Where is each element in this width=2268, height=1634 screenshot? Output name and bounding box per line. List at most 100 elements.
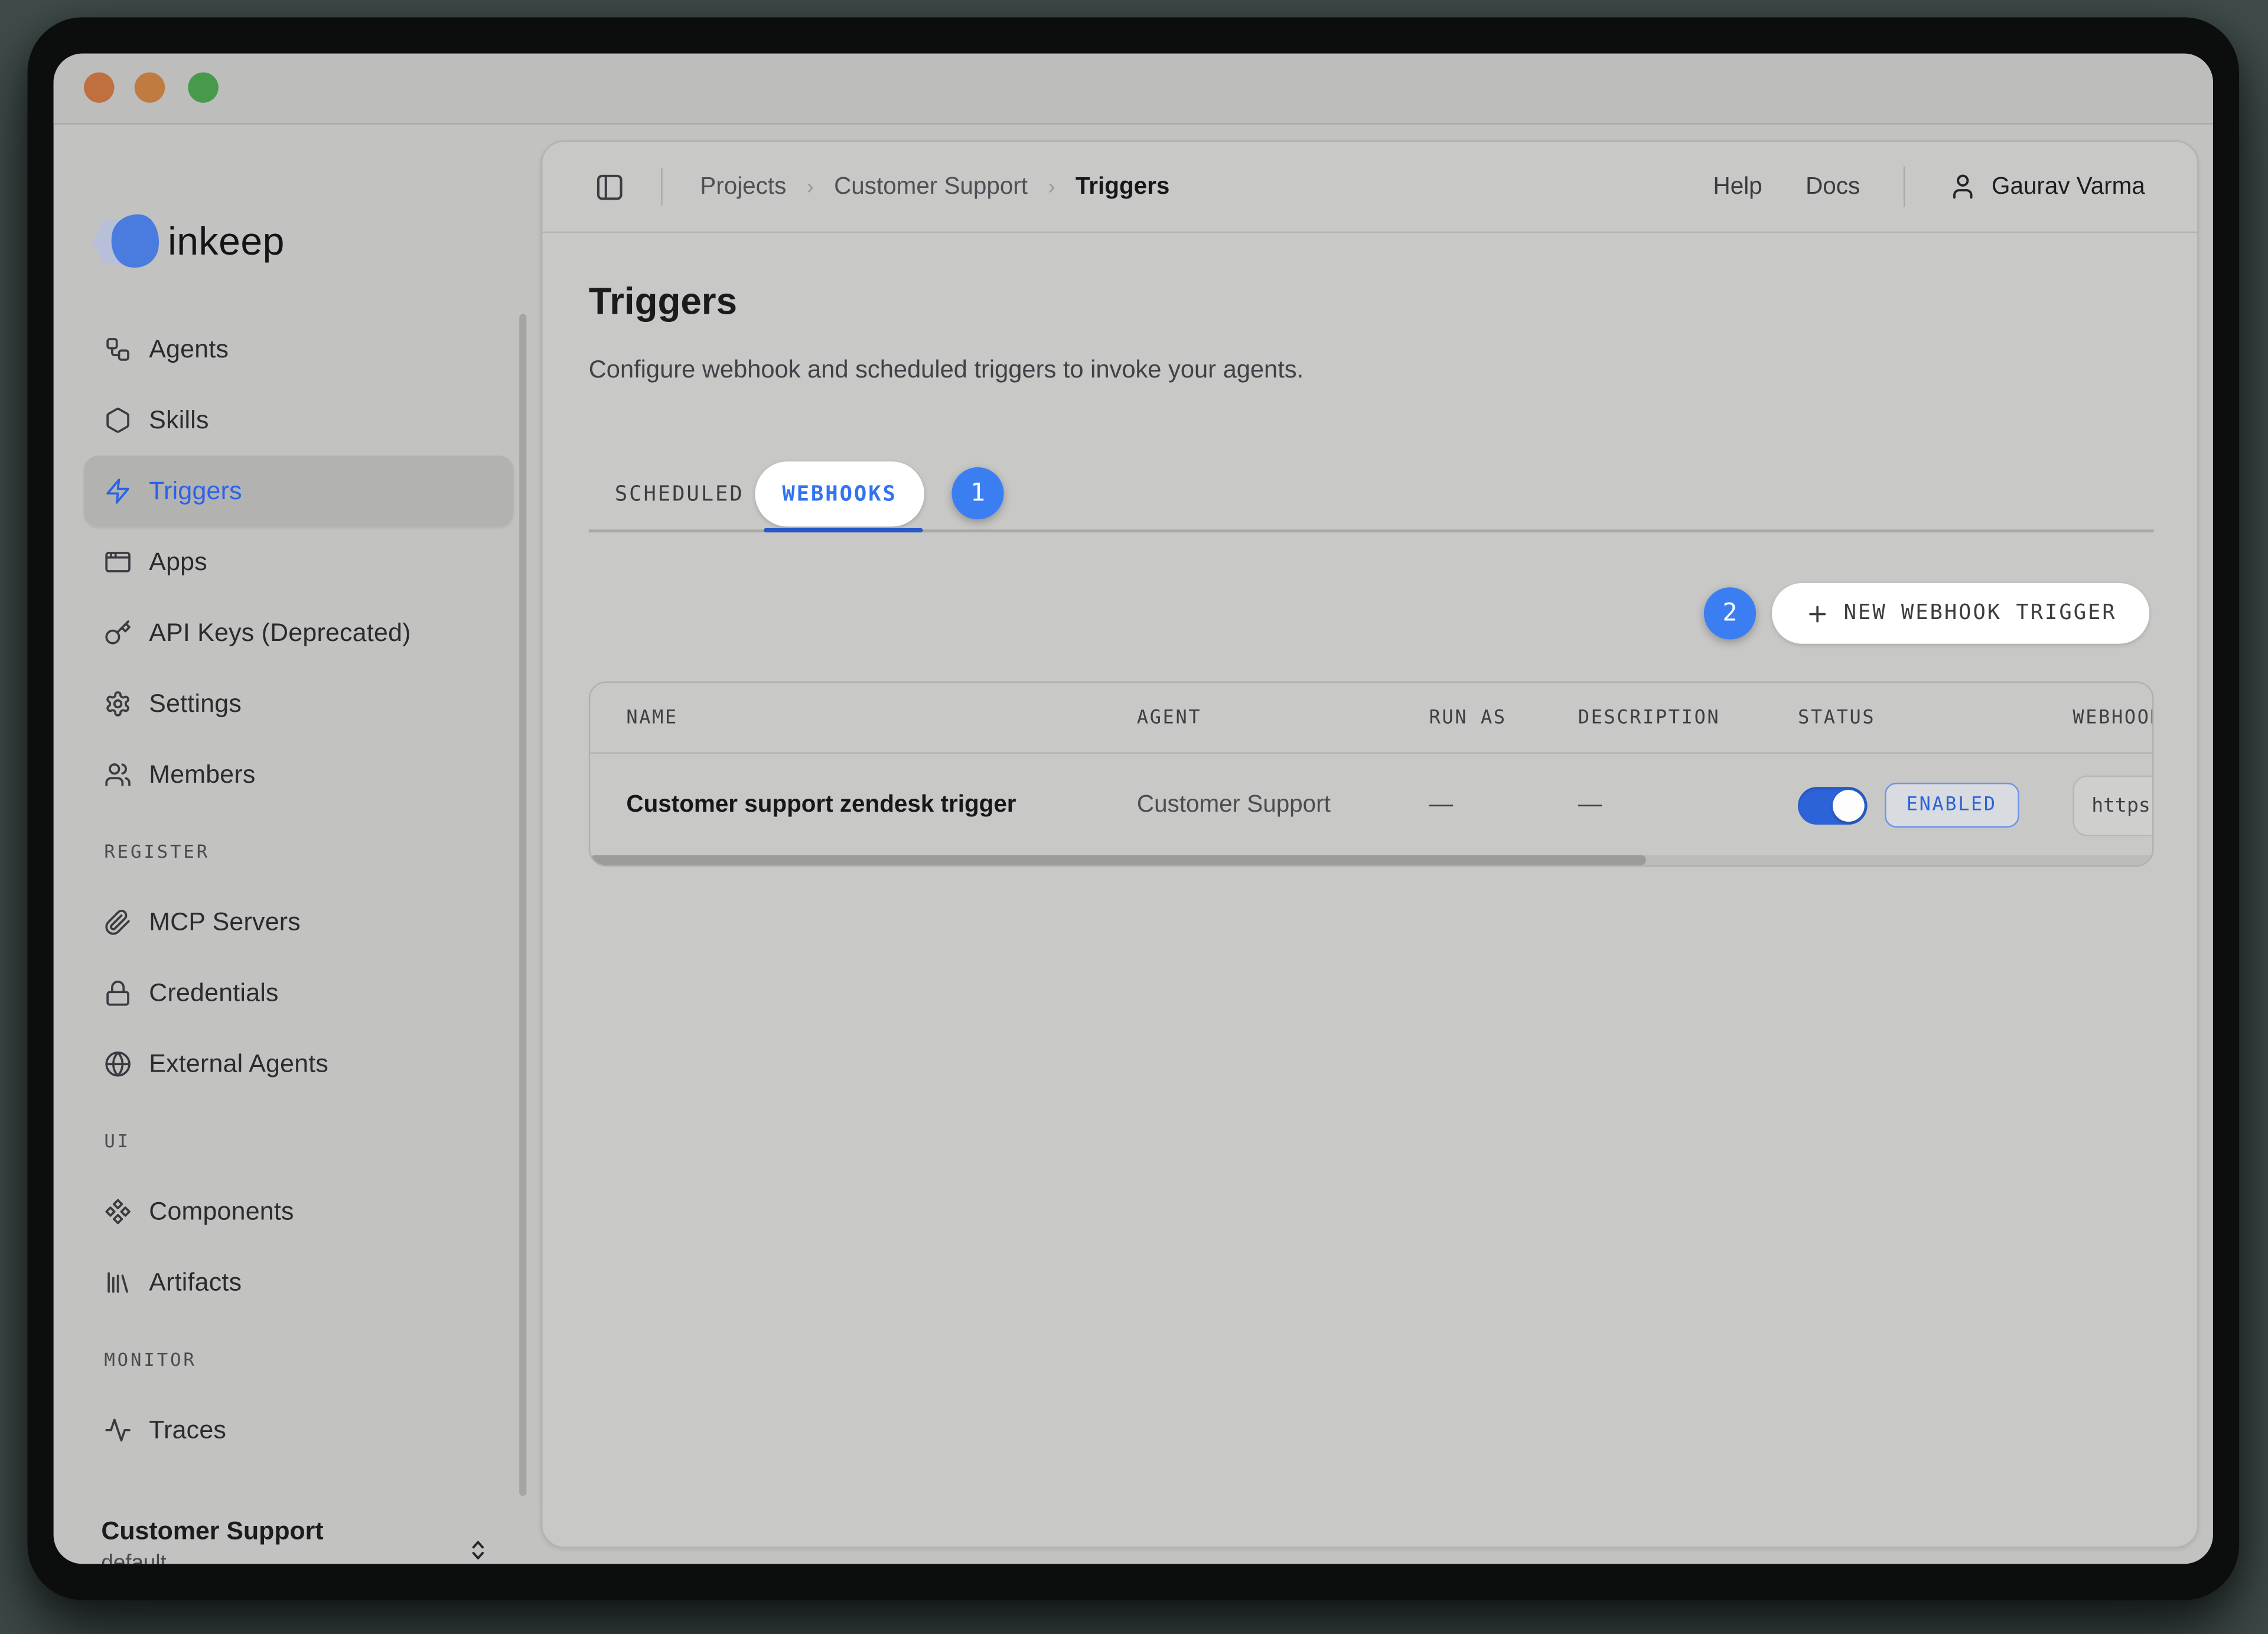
sidebar-item-label: Settings bbox=[149, 689, 242, 719]
sidebar-item-triggers[interactable]: Triggers bbox=[84, 455, 513, 526]
component-icon bbox=[104, 1198, 132, 1226]
toggle-knob bbox=[1833, 789, 1865, 821]
inkeep-droplet-icon bbox=[93, 213, 165, 271]
chevrons-up-down-icon bbox=[464, 1537, 492, 1564]
main-panel: Projects › Customer Support › Triggers H… bbox=[541, 141, 2199, 1548]
app-window: inkeep Agents Skills Triggers bbox=[54, 54, 2213, 1564]
trigger-name-cell: Customer support zendesk trigger bbox=[626, 792, 1016, 819]
status-badge: ENABLED bbox=[1885, 783, 2019, 828]
breadcrumb-separator: › bbox=[1048, 174, 1055, 199]
sidebar-item-apps[interactable]: Apps bbox=[84, 526, 513, 597]
sidebar-item-components[interactable]: Components bbox=[84, 1176, 513, 1247]
sidebar-item-label: Apps bbox=[149, 547, 207, 577]
user-menu[interactable]: Gaurav Varma bbox=[1948, 172, 2145, 201]
sidebar-item-label: Triggers bbox=[149, 476, 242, 506]
tab-webhooks[interactable]: WEBHOOKS bbox=[755, 461, 924, 526]
app-window-icon bbox=[104, 548, 132, 576]
activity-icon bbox=[104, 1417, 132, 1444]
table-row[interactable]: Customer support zendesk trigger Custome… bbox=[590, 754, 2153, 857]
sidebar-item-api-keys[interactable]: API Keys (Deprecated) bbox=[84, 597, 513, 668]
zap-icon bbox=[104, 477, 132, 505]
page-description: Configure webhook and scheduled triggers… bbox=[589, 356, 1304, 385]
help-link[interactable]: Help bbox=[1713, 173, 1762, 201]
sidebar-item-settings[interactable]: Settings bbox=[84, 668, 513, 739]
titlebar bbox=[54, 54, 2213, 125]
breadcrumb-projects[interactable]: Projects bbox=[700, 173, 786, 201]
sidebar-item-skills[interactable]: Skills bbox=[84, 385, 513, 455]
sidebar-scrollbar-thumb[interactable] bbox=[519, 314, 526, 1496]
breadcrumb-separator: › bbox=[807, 174, 814, 199]
header-divider bbox=[661, 168, 662, 206]
project-switcher[interactable]: Customer Support default bbox=[101, 1513, 497, 1564]
sidebar-section-ui: UI bbox=[84, 1130, 513, 1176]
globe-icon bbox=[104, 1050, 132, 1078]
sidebar-item-label: Components bbox=[149, 1196, 294, 1226]
sidebar-item-label: MCP Servers bbox=[149, 907, 301, 938]
sidebar-item-label: Credentials bbox=[149, 978, 278, 1008]
minimize-window-button[interactable] bbox=[135, 72, 165, 102]
project-graph: default bbox=[101, 1548, 497, 1564]
breadcrumb-customer-support[interactable]: Customer Support bbox=[834, 173, 1028, 201]
trigger-run-as-cell: — bbox=[1429, 792, 1453, 819]
key-icon bbox=[104, 619, 132, 647]
sidebar-item-members[interactable]: Members bbox=[84, 739, 513, 810]
stage: inkeep Agents Skills Triggers bbox=[0, 0, 2268, 1634]
webhook-url-box[interactable]: https bbox=[2073, 774, 2153, 835]
column-header-description: DESCRIPTION bbox=[1578, 683, 1720, 753]
gear-icon bbox=[104, 690, 132, 718]
column-header-name: NAME bbox=[626, 683, 677, 753]
sidebar-nav: Agents Skills Triggers Apps bbox=[84, 314, 513, 1465]
sidebar: inkeep Agents Skills Triggers bbox=[54, 125, 541, 1564]
user-name: Gaurav Varma bbox=[1992, 173, 2145, 201]
plus-icon bbox=[1804, 601, 1829, 626]
column-header-run-as: RUN AS bbox=[1429, 683, 1507, 753]
column-header-agent: AGENT bbox=[1137, 683, 1201, 753]
docs-link[interactable]: Docs bbox=[1806, 173, 1860, 201]
sidebar-item-label: Traces bbox=[149, 1415, 226, 1445]
sidebar-item-traces[interactable]: Traces bbox=[84, 1395, 513, 1466]
sidebar-item-label: Artifacts bbox=[149, 1267, 242, 1297]
tab-scheduled[interactable]: SCHEDULED bbox=[615, 461, 744, 526]
sidebar-item-label: Members bbox=[149, 760, 255, 790]
breadcrumb: Projects › Customer Support › Triggers bbox=[700, 173, 1169, 201]
new-webhook-trigger-label: NEW WEBHOOK TRIGGER bbox=[1844, 602, 2117, 625]
panel-left-icon bbox=[595, 171, 625, 201]
sidebar-item-agents[interactable]: Agents bbox=[84, 314, 513, 385]
hexagon-icon bbox=[104, 406, 132, 434]
close-window-button[interactable] bbox=[84, 72, 114, 102]
status-toggle[interactable] bbox=[1798, 786, 1868, 824]
users-icon bbox=[104, 761, 132, 789]
breadcrumb-triggers: Triggers bbox=[1076, 173, 1169, 201]
breadcrumb-bar: Projects › Customer Support › Triggers H… bbox=[542, 142, 2197, 233]
header-divider bbox=[1904, 167, 1905, 207]
sidebar-section-register: REGISTER bbox=[84, 841, 513, 887]
paperclip-icon bbox=[104, 909, 132, 936]
sidebar-item-artifacts[interactable]: Artifacts bbox=[84, 1247, 513, 1318]
sidebar-item-mcp-servers[interactable]: MCP Servers bbox=[84, 887, 513, 958]
lock-icon bbox=[104, 979, 132, 1007]
page-title: Triggers bbox=[589, 279, 737, 324]
annotation-step-1-badge: 1 bbox=[951, 467, 1003, 519]
table-horizontal-scrollbar[interactable] bbox=[590, 855, 1646, 865]
trigger-description-cell: — bbox=[1578, 792, 1602, 819]
table-header: NAME AGENT RUN AS DESCRIPTION STATUS WEB… bbox=[590, 683, 2153, 754]
annotation-step-2-badge: 2 bbox=[1704, 587, 1756, 639]
column-header-status: STATUS bbox=[1798, 683, 1875, 753]
trigger-agent-cell: Customer Support bbox=[1137, 792, 1331, 819]
webhook-triggers-table: NAME AGENT RUN AS DESCRIPTION STATUS WEB… bbox=[589, 681, 2154, 866]
zoom-window-button[interactable] bbox=[188, 72, 218, 102]
sidebar-toggle-button[interactable] bbox=[595, 171, 627, 203]
new-webhook-trigger-button[interactable]: NEW WEBHOOK TRIGGER bbox=[1772, 583, 2149, 644]
library-icon bbox=[104, 1269, 132, 1297]
brand-name: inkeep bbox=[168, 219, 285, 264]
sidebar-item-label: External Agents bbox=[149, 1049, 328, 1079]
sidebar-item-credentials[interactable]: Credentials bbox=[84, 958, 513, 1028]
sidebar-item-label: Agents bbox=[149, 334, 229, 364]
sidebar-item-label: API Keys (Deprecated) bbox=[149, 618, 410, 648]
device-bezel: inkeep Agents Skills Triggers bbox=[28, 17, 2239, 1600]
workflow-icon bbox=[104, 336, 132, 363]
sidebar-item-external-agents[interactable]: External Agents bbox=[84, 1028, 513, 1099]
sidebar-item-label: Skills bbox=[149, 405, 208, 435]
inkeep-logo[interactable]: inkeep bbox=[93, 207, 285, 276]
user-icon bbox=[1948, 172, 1977, 201]
